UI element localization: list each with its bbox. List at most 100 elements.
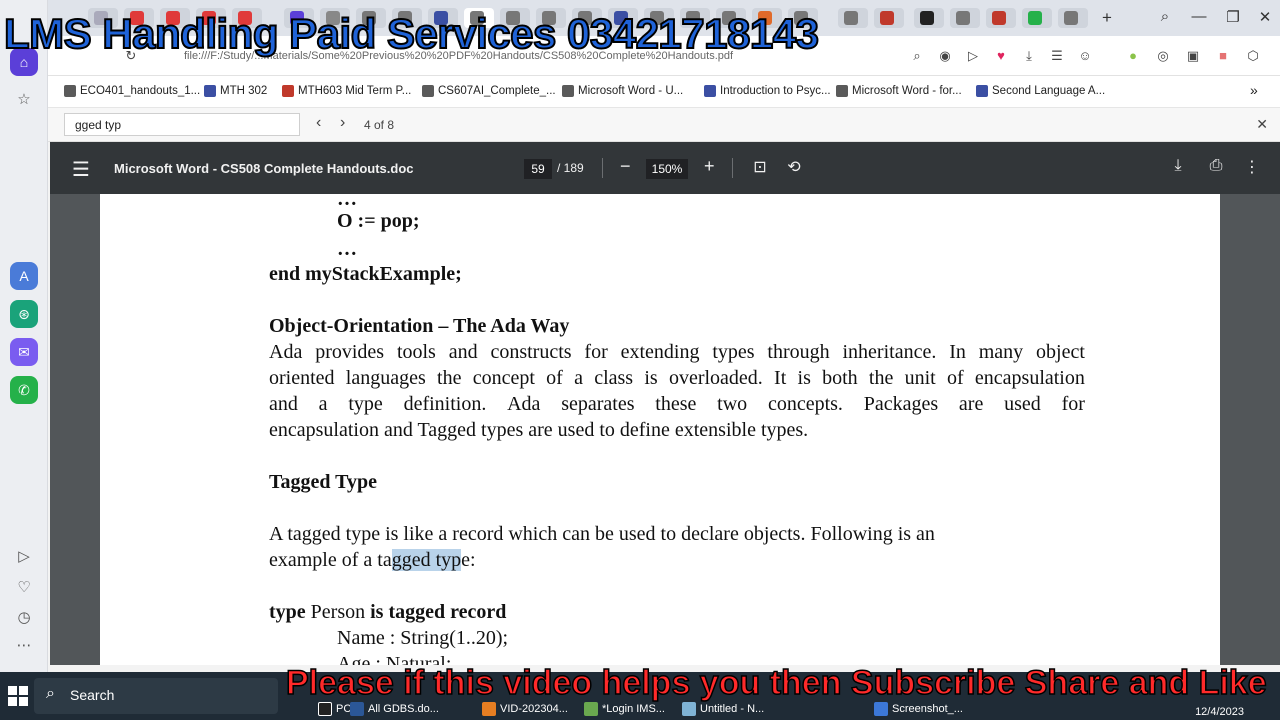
download-icon[interactable]: ⤓ (1168, 157, 1188, 175)
menu-icon[interactable]: ☰ (72, 157, 90, 182)
notepad-icon (682, 702, 696, 716)
section-heading: Tagged Type (269, 471, 377, 493)
scrollbar[interactable] (1272, 194, 1280, 665)
word: concept (472, 367, 535, 389)
taskbar-app[interactable]: Untitled - N... (682, 702, 764, 716)
browser-tab[interactable] (950, 8, 980, 28)
word: through (767, 341, 830, 363)
keyword: is tagged record (370, 601, 507, 623)
find-next-button[interactable]: › (340, 114, 345, 132)
zoom-level-input[interactable]: 150% (646, 159, 688, 179)
minimize-icon[interactable]: — (1184, 8, 1214, 25)
camera-icon[interactable]: ◉ (936, 48, 954, 64)
extension-icon[interactable]: ▣ (1184, 48, 1202, 64)
taskbar-date: 12/4/2023 (1195, 706, 1244, 718)
more-bookmarks-button[interactable]: » (1250, 82, 1258, 98)
bookmarks-bar: ECO401_handouts_1... MTH 302 MTH603 Mid … (48, 76, 1280, 108)
new-tab-icon[interactable]: + (1092, 8, 1122, 28)
print-icon[interactable]: ⎙ (1206, 157, 1226, 175)
search-label: Search (70, 687, 115, 703)
history-icon[interactable]: ◷ (14, 608, 34, 628)
zoom-icon[interactable]: ⌕ (908, 48, 926, 64)
star-icon[interactable]: ☆ (14, 90, 34, 110)
zoom-in-button[interactable]: + (704, 156, 715, 177)
profile-icon[interactable]: ☺ (1076, 48, 1094, 64)
word: tools (396, 341, 436, 363)
word: definition. (403, 393, 487, 415)
browser-tab[interactable] (874, 8, 904, 28)
bookmark-item[interactable]: ECO401_handouts_1... (64, 85, 200, 97)
tab-favicon (956, 11, 970, 25)
vlc-icon (482, 702, 496, 716)
toolbar-divider (732, 158, 733, 178)
search-tabs-icon[interactable]: ⌕ (1150, 8, 1180, 25)
word: provides (315, 341, 385, 363)
messenger-icon[interactable]: ✉ (10, 338, 38, 366)
whatsapp-icon[interactable]: ✆ (10, 376, 38, 404)
heart-icon[interactable]: ♡ (14, 578, 34, 598)
vpn-icon[interactable]: ◎ (1154, 48, 1172, 64)
overlay-caption-top: LMS Handling Paid Services 03421718143 (3, 9, 820, 58)
bookmark-item[interactable]: Second Language A... (976, 85, 1105, 97)
paragraph-line: oriented languages the concept of a class is ove… (269, 365, 1085, 391)
taskbar-app[interactable]: All GDBS.do... (350, 702, 439, 716)
taskbar-app[interactable]: PC (318, 702, 351, 716)
word: and (448, 341, 478, 363)
player-icon[interactable]: ▷ (14, 547, 34, 567)
rotate-icon[interactable]: ⟲ (784, 157, 804, 177)
windows-start-icon[interactable] (8, 686, 28, 706)
app-icon (584, 702, 598, 716)
zoom-out-button[interactable]: − (620, 156, 631, 177)
word: and (269, 393, 298, 415)
word: the (437, 367, 462, 389)
find-close-button[interactable]: ✕ (1256, 116, 1268, 133)
pdf-page: … O := pop; … end myStackExample; Object… (100, 194, 1220, 665)
extension-icon[interactable]: ● (1124, 48, 1142, 64)
more-icon[interactable]: ⋯ (14, 636, 34, 656)
heart-icon[interactable]: ♥ (992, 48, 1010, 64)
bookmark-item[interactable]: Microsoft Word - U... (562, 85, 683, 97)
taskbar-app[interactable]: *Login IMS... (584, 702, 665, 716)
word: unit (904, 367, 936, 389)
browser-tab[interactable] (1058, 8, 1088, 28)
word: many (978, 341, 1024, 363)
chatgpt-icon[interactable]: ⊛ (10, 300, 38, 328)
bookmark-item[interactable]: Microsoft Word - for... (836, 85, 962, 97)
section-heading: Object-Orientation – The Ada Way (269, 315, 570, 337)
fit-page-icon[interactable]: ⊡ (750, 157, 770, 177)
bookmark-item[interactable]: CS607AI_Complete_... (422, 85, 556, 97)
bookmark-item[interactable]: Introduction to Psyc... (704, 85, 831, 97)
bookmark-icon (704, 85, 716, 97)
code-ellipsis: … (337, 238, 357, 260)
send-icon[interactable]: ▷ (964, 48, 982, 64)
pdf-toolbar: ☰ Microsoft Word - CS508 Complete Handou… (50, 142, 1280, 194)
page-number-input[interactable]: 59 (524, 159, 552, 179)
word: It (774, 367, 787, 389)
word: overloaded. (668, 367, 763, 389)
maximize-icon[interactable]: ❐ (1218, 8, 1248, 26)
taskbar-app[interactable]: VID-202304... (482, 702, 568, 716)
browser-tab[interactable] (986, 8, 1016, 28)
more-options-icon[interactable]: ⋮ (1242, 157, 1262, 177)
bookmark-item[interactable]: MTH 302 (204, 85, 267, 97)
bookmark-item[interactable]: MTH603 Mid Term P... (282, 85, 411, 97)
extensions-cube-icon[interactable]: ⬡ (1244, 48, 1262, 64)
word: oriented (269, 367, 335, 389)
browser-tab[interactable] (1022, 8, 1052, 28)
word: of (946, 367, 964, 389)
search-icon: ⌕ (46, 685, 55, 702)
download-icon[interactable]: ⤓ (1020, 48, 1038, 64)
extension-icon[interactable]: ■ (1214, 48, 1232, 64)
aria-icon[interactable]: A (10, 262, 38, 290)
easy-setup-icon[interactable]: ☰ (1048, 48, 1066, 64)
taskbar-app[interactable]: Screenshot_... (874, 702, 963, 716)
word: is (797, 367, 811, 389)
word: Packages (863, 393, 939, 415)
find-previous-button[interactable]: ‹ (316, 114, 321, 132)
taskbar-search[interactable]: ⌕ Search (34, 678, 278, 714)
find-input[interactable]: gged typ (64, 113, 300, 136)
word: encapsulation (974, 367, 1085, 389)
browser-tab[interactable] (838, 8, 868, 28)
close-window-icon[interactable]: ✕ (1250, 8, 1280, 26)
browser-tab[interactable] (914, 8, 944, 28)
